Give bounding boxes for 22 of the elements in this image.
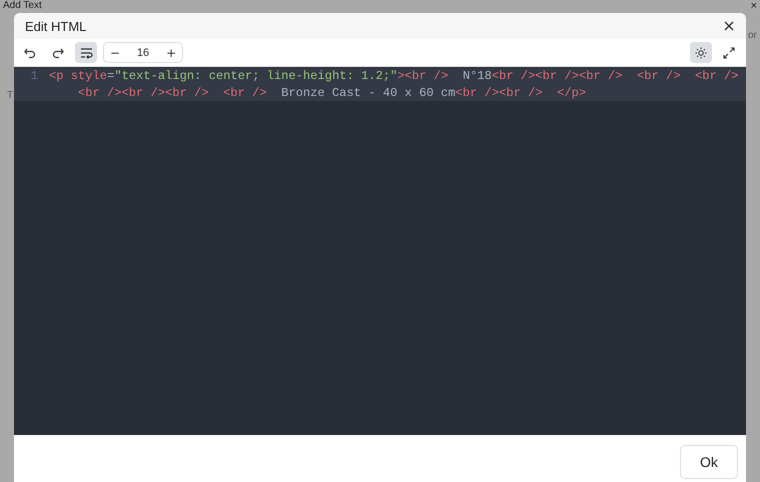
close-icon — [724, 21, 734, 31]
text-fragment: T — [7, 90, 14, 101]
sun-icon — [695, 46, 707, 58]
increase-button[interactable]: + — [164, 46, 178, 60]
text-fragment: or — [748, 30, 757, 41]
undo-icon — [24, 46, 36, 58]
code-editor[interactable]: 1 <p style="text-align: center; line-height: 1.2;"><br /> N°18<br /><br /><br /> <br /> <br /> <br /><br /><br /> <br /> Bronze Cast - 40 x 60 cm<br /><br /> </p> — [14, 67, 746, 435]
code-line: <br /><br /><br /> <br /> Bronze Cast - 40 x 60 cm<br /><br /> </p> — [77, 86, 586, 100]
font-size-value: 16 — [136, 46, 150, 58]
expand-icon — [723, 46, 735, 58]
theme-button[interactable] — [690, 42, 712, 63]
page-title: Add Text — [3, 0, 42, 12]
wrap-button[interactable] — [75, 42, 97, 63]
ok-button[interactable]: Ok — [680, 445, 738, 479]
redo-icon — [52, 46, 64, 58]
code-line: <p style="text-align: center; line-height: 1.2;"><br /> N°18<br /><br /><br /> <br /> <br /> — [49, 69, 739, 84]
wrap-icon — [80, 46, 92, 58]
line-number: 1 — [30, 69, 38, 84]
decrease-button[interactable]: − — [108, 46, 122, 60]
font-size-stepper[interactable]: − 16 + — [103, 42, 184, 63]
dialog-title: Edit HTML — [25, 18, 86, 34]
close-button[interactable]: × — [750, 0, 757, 12]
